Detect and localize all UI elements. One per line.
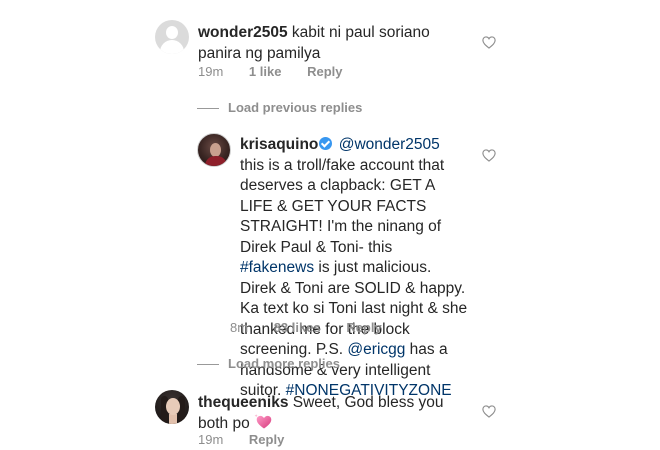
reply-meta: 8m 83 likes Reply xyxy=(230,320,404,335)
comment-text: wonder2505 kabit ni paul soriano panira … xyxy=(198,23,468,64)
comment-username[interactable]: wonder2505 xyxy=(198,24,288,41)
sparkling-heart-emoji-icon xyxy=(254,413,271,429)
reply-body-1: this is a troll/fake account that deserv… xyxy=(240,156,445,256)
reply-button[interactable]: Reply xyxy=(307,64,342,79)
comment-meta: 19m 1 like Reply xyxy=(198,64,364,79)
divider-line xyxy=(197,364,219,366)
avatar[interactable] xyxy=(155,20,189,54)
comment-meta: 19m Reply xyxy=(198,432,306,447)
divider-line xyxy=(197,108,219,110)
comment-likes[interactable]: 1 like xyxy=(249,64,282,79)
verified-badge-icon xyxy=(319,137,333,150)
comment-time[interactable]: 19m xyxy=(198,432,223,447)
load-previous-replies-button[interactable]: Load previous replies xyxy=(197,100,362,115)
reply-likes[interactable]: 83 likes xyxy=(274,320,321,335)
like-heart-icon[interactable] xyxy=(482,149,496,162)
load-more-replies-button[interactable]: Load more replies xyxy=(197,356,340,371)
avatar[interactable] xyxy=(155,390,189,424)
mention-link[interactable]: @ericgg xyxy=(347,341,405,358)
reply-button[interactable]: Reply xyxy=(346,320,381,335)
like-heart-icon[interactable] xyxy=(482,405,496,418)
hashtag-link[interactable]: #fakenews xyxy=(240,259,314,276)
mention-link[interactable]: @wonder2505 xyxy=(339,136,440,153)
comment-username[interactable]: thequeeniks xyxy=(198,394,288,411)
reply-time[interactable]: 8m xyxy=(230,320,248,335)
reply-button[interactable]: Reply xyxy=(249,432,284,447)
comment-text: thequeeniks Sweet, God bless you both po xyxy=(198,393,468,434)
reply-username[interactable]: krisaquino xyxy=(240,136,318,153)
like-heart-icon[interactable] xyxy=(482,36,496,49)
avatar[interactable] xyxy=(197,133,231,167)
comment-time[interactable]: 19m xyxy=(198,64,223,79)
